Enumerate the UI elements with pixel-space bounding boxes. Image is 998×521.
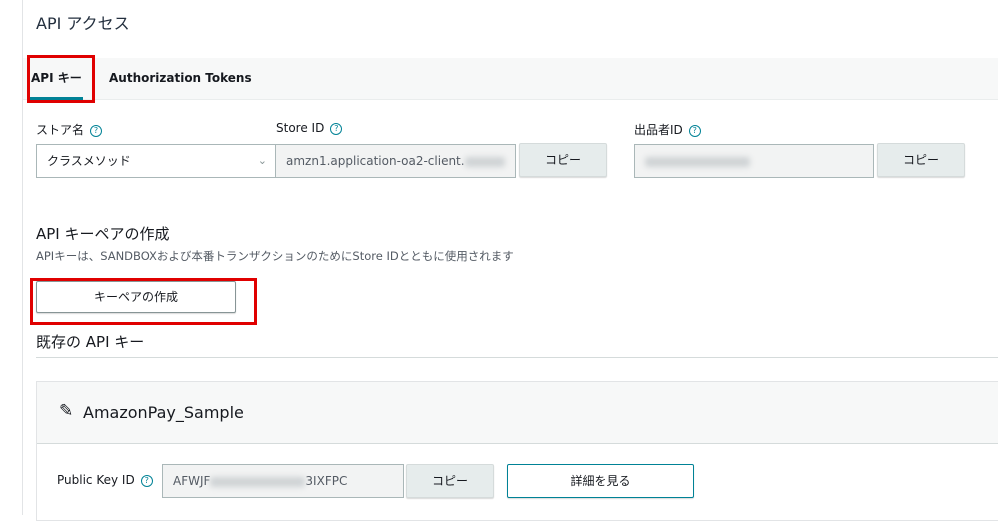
redacted-blur: [464, 156, 505, 167]
pencil-icon[interactable]: ✎: [59, 401, 73, 421]
help-icon[interactable]: ?: [90, 124, 103, 137]
divider: [36, 357, 998, 358]
help-icon[interactable]: ?: [140, 474, 153, 487]
tab-authorization-tokens[interactable]: Authorization Tokens: [109, 58, 252, 100]
copy-seller-id-button[interactable]: コピー: [877, 143, 965, 177]
store-name-label: ストア名?: [36, 121, 103, 138]
store-select-value: クラスメソッド: [47, 154, 131, 168]
public-key-prefix: AFWJF: [173, 474, 211, 488]
create-keypair-description: APIキーは、SANDBOXおよび本番トランザクションのためにStore IDと…: [36, 249, 514, 263]
store-select[interactable]: クラスメソッド ⌄: [36, 144, 276, 178]
existing-keys-heading: 既存の API キー: [36, 333, 145, 351]
store-id-label-text: Store ID: [276, 121, 325, 135]
redacted-blur: [645, 156, 750, 167]
help-icon[interactable]: ?: [330, 122, 343, 135]
public-key-label: Public Key ID?: [57, 473, 153, 487]
store-name-label-text: ストア名: [36, 123, 85, 137]
store-id-field[interactable]: amzn1.application-oa2-client.: [275, 144, 516, 178]
public-key-field[interactable]: AFWJF 3IXFPC: [162, 464, 404, 498]
seller-id-label: 出品者ID?: [634, 121, 701, 138]
create-keypair-button[interactable]: キーペアの作成: [36, 281, 236, 313]
public-key-suffix: 3IXFPC: [305, 474, 348, 488]
public-key-label-text: Public Key ID: [57, 473, 135, 487]
chevron-down-icon: ⌄: [257, 154, 267, 167]
key-name: AmazonPay_Sample: [83, 403, 244, 422]
page-title: API アクセス: [36, 14, 130, 33]
copy-store-id-button[interactable]: コピー: [519, 143, 607, 177]
create-keypair-heading: API キーペアの作成: [36, 225, 170, 243]
card-header: ✎ AmazonPay_Sample: [37, 382, 998, 444]
redacted-blur: [210, 476, 306, 487]
copy-public-key-button[interactable]: コピー: [406, 464, 494, 498]
help-icon[interactable]: ?: [688, 124, 701, 137]
store-id-label: Store ID?: [276, 121, 343, 135]
tab-api-keys[interactable]: API キー: [30, 58, 83, 100]
seller-id-label-text: 出品者ID: [634, 123, 683, 137]
view-details-button[interactable]: 詳細を見る: [507, 464, 694, 498]
tab-bar: API キー Authorization Tokens: [23, 58, 998, 100]
api-key-card: ✎ AmazonPay_Sample Public Key ID? AFWJF 3…: [36, 381, 998, 521]
store-id-value: amzn1.application-oa2-client.: [286, 154, 465, 168]
seller-id-field[interactable]: [634, 144, 874, 178]
